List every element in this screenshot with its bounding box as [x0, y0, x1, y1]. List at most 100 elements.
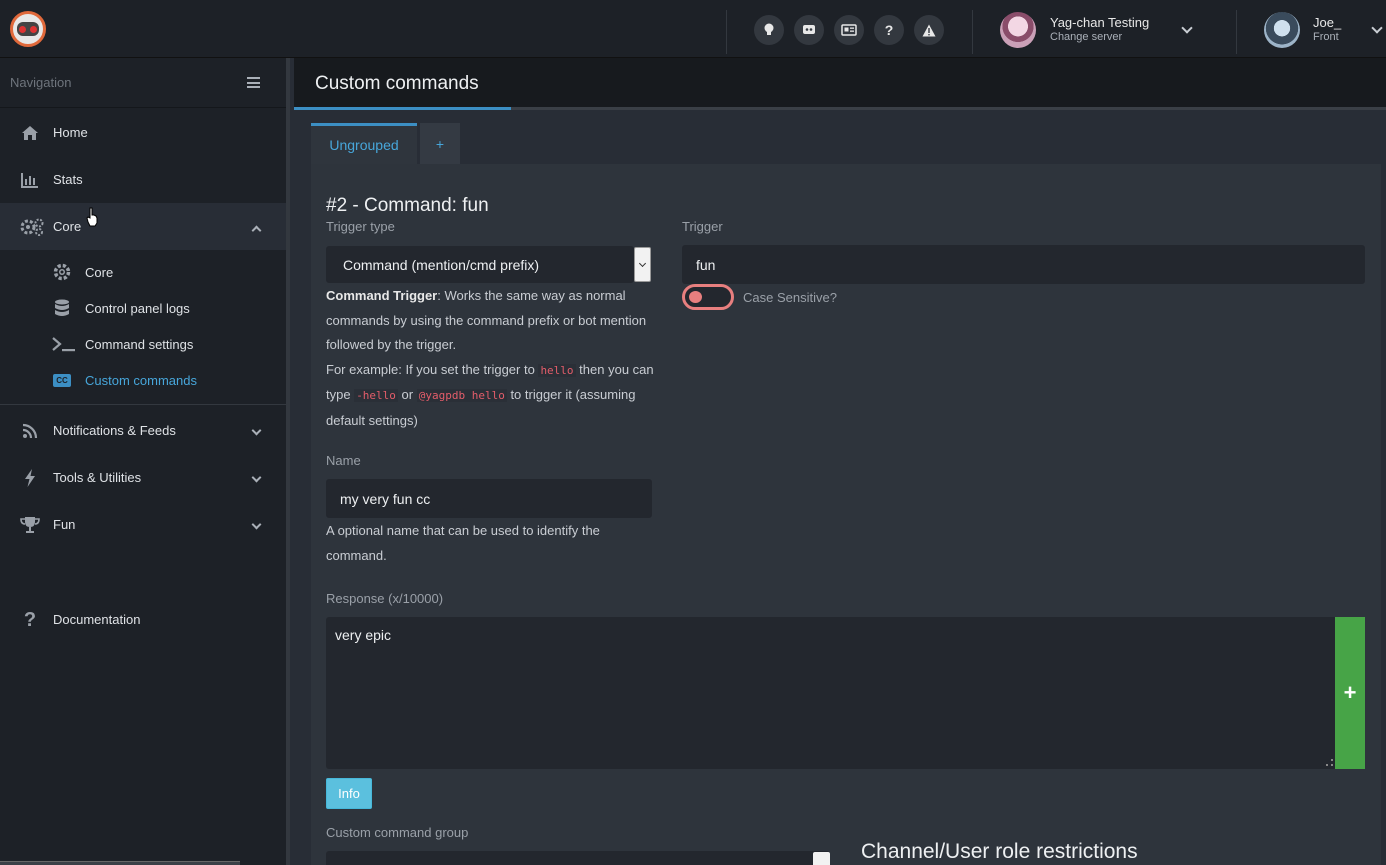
- cc-badge: CC: [53, 373, 71, 387]
- help-text-2: For example: If you set the trigger to: [326, 361, 539, 377]
- sidebar-item-label: Home: [53, 125, 88, 140]
- divider: [972, 10, 973, 54]
- trigger-type-dropdown-button[interactable]: [634, 247, 651, 282]
- restrictions-heading: Channel/User role restrictions: [861, 840, 1138, 863]
- resize-handle-icon[interactable]: [1326, 759, 1333, 766]
- hamburger-icon[interactable]: [247, 77, 260, 88]
- sidebar-item-fun[interactable]: Fun: [0, 501, 286, 548]
- cc-icon: CC: [52, 370, 72, 390]
- user-text: Joe_ Front: [1313, 15, 1341, 45]
- discord-icon[interactable]: [794, 15, 824, 45]
- sidebar-subitem-control-panel-logs[interactable]: Control panel logs: [0, 290, 286, 326]
- sidebar: Navigation Home Stats Core Core Control …: [0, 58, 290, 865]
- trigger-type-value: Command (mention/cmd prefix): [343, 256, 540, 273]
- gears-icon: [20, 217, 44, 237]
- sidebar-item-label: Documentation: [53, 612, 141, 627]
- sidebar-subitem-label: Command settings: [85, 336, 194, 352]
- tab-ungrouped[interactable]: Ungrouped: [311, 123, 417, 164]
- trigger-type-label: Trigger type: [326, 219, 395, 234]
- top-bar: ? Yag-chan Testing Change server Joe_ Fr…: [0, 0, 1386, 58]
- group-dropdown-button[interactable]: [813, 852, 830, 865]
- sidebar-subitem-custom-commands[interactable]: CC Custom commands: [0, 362, 286, 398]
- response-label: Response (x/10000): [326, 591, 444, 606]
- case-sensitive-label: Case Sensitive?: [743, 290, 837, 305]
- code-mention-hello: @yagpdb hello: [416, 389, 507, 402]
- question-icon[interactable]: ?: [874, 15, 904, 45]
- chevron-down-icon: [1371, 22, 1383, 34]
- group-label: Custom command group: [326, 825, 469, 840]
- gear-icon: [52, 262, 72, 282]
- divider: [726, 10, 727, 54]
- sidebar-subitem-label: Core: [85, 264, 114, 280]
- tab-add-group[interactable]: +: [420, 123, 460, 164]
- chevron-down-icon: [251, 425, 262, 436]
- yagpdb-logo[interactable]: [10, 11, 46, 47]
- sidebar-subitem-label: Control panel logs: [85, 300, 190, 316]
- info-button[interactable]: Info: [326, 778, 372, 809]
- sidebar-item-notifications[interactable]: Notifications & Feeds: [0, 407, 286, 454]
- mouse-cursor-icon: [86, 207, 98, 227]
- warning-icon[interactable]: [914, 15, 944, 45]
- logo-eye-left: [19, 25, 26, 33]
- trophy-icon: [20, 515, 40, 535]
- home-icon: [20, 123, 40, 143]
- server-text: Yag-chan Testing Change server: [1050, 15, 1149, 45]
- sidebar-item-documentation[interactable]: ? Documentation: [0, 596, 286, 643]
- sidebar-item-label: Tools & Utilities: [53, 470, 142, 485]
- name-value: my very fun cc: [340, 490, 431, 507]
- bolt-icon: [20, 468, 40, 488]
- server-switcher[interactable]: Yag-chan Testing Change server: [1000, 12, 1193, 48]
- sidebar-item-core[interactable]: Core: [0, 203, 286, 250]
- lightbulb-icon[interactable]: [754, 15, 784, 45]
- sidebar-subitem-command-settings[interactable]: Command settings: [0, 326, 286, 362]
- change-server-label: Change server: [1050, 31, 1123, 43]
- horizontal-scrollbar[interactable]: [0, 861, 240, 865]
- trigger-help-text: Command Trigger: Works the same way as n…: [326, 284, 656, 433]
- bar-chart-icon: [20, 170, 40, 190]
- chevron-down-icon: [251, 472, 262, 483]
- news-icon[interactable]: [834, 15, 864, 45]
- trigger-input[interactable]: fun: [682, 245, 1365, 284]
- chevron-down-icon: [1181, 22, 1193, 34]
- group-tabs: Ungrouped +: [311, 123, 463, 164]
- add-response-button[interactable]: +: [1335, 617, 1365, 769]
- logo-eye-right: [30, 25, 37, 33]
- trigger-value: fun: [696, 256, 716, 273]
- sidebar-subitem-label: Custom commands: [85, 372, 197, 388]
- user-name: Joe_: [1313, 15, 1342, 30]
- core-submenu: Core Control panel logs Command settings…: [0, 250, 286, 405]
- case-sensitive-toggle[interactable]: [682, 284, 734, 310]
- nav-header: Navigation: [0, 58, 286, 108]
- title-underline: [294, 107, 511, 110]
- question-icon: ?: [23, 608, 37, 631]
- sidebar-item-label: Notifications & Feeds: [53, 423, 176, 438]
- chevron-up-icon: [251, 225, 262, 236]
- user-avatar: [1264, 12, 1300, 48]
- chevron-down-icon: [251, 519, 262, 530]
- name-input[interactable]: my very fun cc: [326, 479, 652, 518]
- group-select[interactable]: [326, 851, 830, 865]
- code-prefix-hello: -hello: [354, 389, 398, 402]
- user-sub: Front: [1313, 31, 1339, 43]
- server-name: Yag-chan Testing: [1050, 15, 1150, 30]
- response-textarea[interactable]: very epic: [326, 617, 1336, 769]
- sidebar-item-stats[interactable]: Stats: [0, 156, 286, 203]
- page-title: Custom commands: [315, 73, 479, 94]
- help-bold: Command Trigger: [326, 288, 438, 303]
- command-heading: #2 - Command: fun: [326, 195, 489, 216]
- sidebar-item-label: Fun: [53, 517, 76, 532]
- rss-icon: [20, 421, 40, 441]
- sidebar-item-tools[interactable]: Tools & Utilities: [0, 454, 286, 501]
- name-help-text: A optional name that can be used to iden…: [326, 523, 600, 563]
- trigger-type-select[interactable]: Command (mention/cmd prefix): [326, 246, 634, 283]
- user-menu[interactable]: Joe_ Front: [1264, 12, 1383, 48]
- server-avatar: [1000, 12, 1036, 48]
- trigger-label: Trigger: [682, 219, 723, 234]
- sidebar-item-home[interactable]: Home: [0, 109, 286, 156]
- code-hello: hello: [538, 363, 576, 377]
- sidebar-item-label: Core: [53, 219, 82, 234]
- nav-title: Navigation: [10, 75, 72, 90]
- response-value: very epic: [335, 627, 392, 643]
- sidebar-subitem-core[interactable]: Core: [0, 254, 286, 290]
- page-header: Custom commands: [294, 58, 1386, 110]
